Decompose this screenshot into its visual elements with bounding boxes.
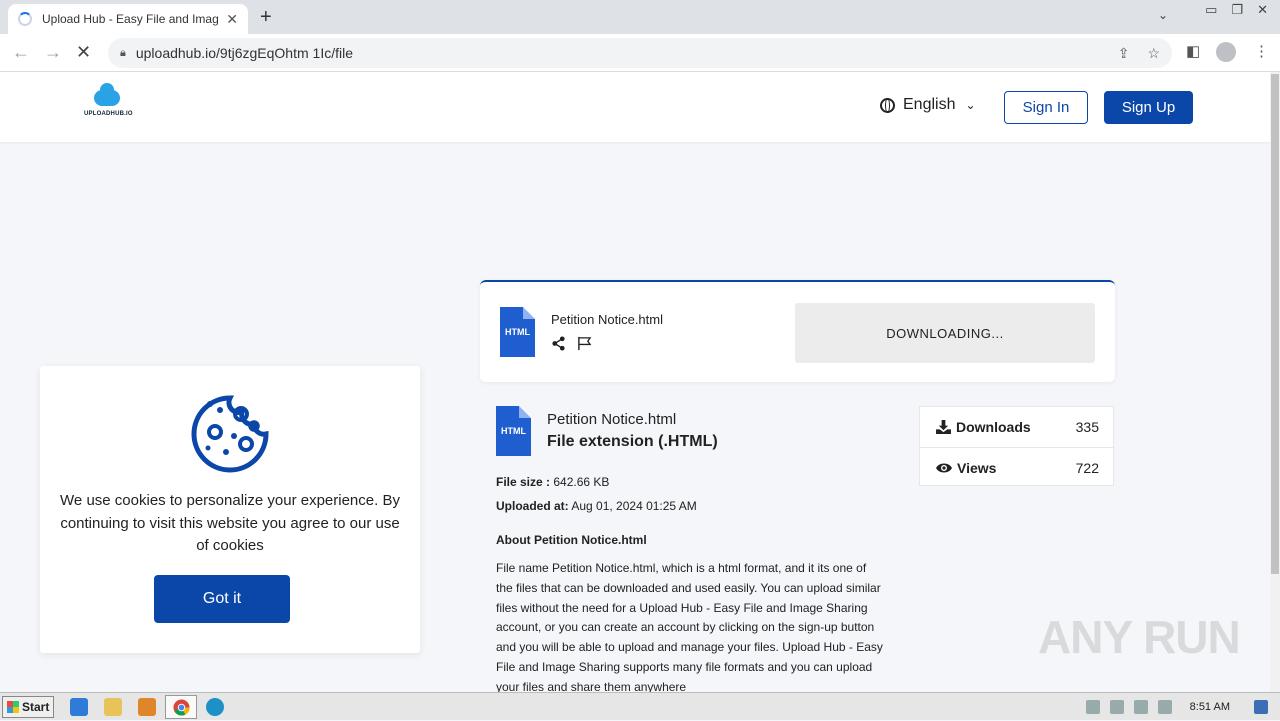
views-label: Views [957,459,997,476]
download-icon [936,420,951,434]
back-icon[interactable]: ← [12,42,30,63]
show-desktop-icon[interactable] [1254,700,1268,714]
window-controls: ▭ ❐ ✕ [1205,2,1268,18]
file-size-value: 642.66 KB [553,475,610,489]
file-size-row: File size : 642.66 KB [496,475,609,489]
globe-icon [880,97,895,113]
file-extension-heading: File extension (.HTML) [547,433,718,450]
language-selector[interactable]: English ⌄ [880,96,976,114]
taskbar: Start 8:51 AM [0,692,1280,720]
uploaded-at-label: Uploaded at: [496,499,569,513]
browser-tabbar: Upload Hub - Easy File and Image Sh ✕ + … [0,0,1280,34]
about-text: File name Petition Notice.html, which is… [496,561,883,692]
edge-icon[interactable] [206,698,224,716]
browser-toolbar: ← → ✕ 🔒︎ uploadhub.io/9tj6zgEqOhtm 1Ic/f… [0,34,1280,72]
network-icon[interactable] [1109,700,1124,714]
got-it-button[interactable]: Got it [154,575,290,623]
chrome-taskbar-button[interactable] [165,695,197,719]
html-file-icon: HTML [500,307,535,357]
downloads-label: Downloads [956,419,1031,435]
eye-icon [936,463,952,472]
uploaded-at-row: Uploaded at: Aug 01, 2024 01:25 AM [496,499,697,513]
browser-tab[interactable]: Upload Hub - Easy File and Image Sh ✕ [8,4,248,34]
download-button[interactable]: DOWNLOADING... [795,303,1095,363]
stop-loading-icon[interactable]: ✕ [76,42,91,63]
cloud-upload-icon [94,83,120,106]
scrollbar-thumb[interactable] [1271,74,1279,574]
minimize-icon[interactable]: ▭ [1205,2,1217,18]
site-header: UPLOADHUB.IO English ⌄ Sign In Sign Up [0,72,1270,142]
windows-logo-icon [7,701,19,713]
downloads-count: 335 [1075,419,1099,435]
side-panel-icon[interactable]: ◧ [1186,42,1200,60]
page-scrollbar[interactable] [1270,72,1280,692]
chevron-down-icon: ⌄ [965,98,976,112]
display-icon[interactable] [1157,700,1172,714]
chrome-icon [173,699,190,716]
loading-spinner-icon [18,12,32,26]
restore-icon[interactable]: ❐ [1231,2,1243,18]
tab-search-chevron-icon[interactable]: ⌄ [1158,8,1168,22]
cookie-message: We use cookies to personalize your exper… [60,492,400,554]
file-stats: Downloads 335 Views 722 [919,406,1114,486]
downloads-stat: Downloads 335 [920,407,1113,447]
new-tab-icon[interactable]: + [260,6,272,29]
language-label: English [903,96,956,113]
file-name-heading: Petition Notice.html [547,411,677,428]
menu-kebab-icon[interactable]: ⋮ [1254,42,1269,60]
internet-explorer-icon[interactable] [70,698,88,716]
url-text[interactable]: uploadhub.io/9tj6zgEqOhtm 1Ic/file [136,45,353,61]
html-file-icon: HTML [496,406,531,456]
address-bar[interactable]: 🔒︎ uploadhub.io/9tj6zgEqOhtm 1Ic/file ⇪ … [108,38,1172,68]
site-logo[interactable]: UPLOADHUB.IO [84,83,133,126]
views-count: 722 [1075,459,1099,476]
sign-up-button[interactable]: Sign Up [1104,91,1193,124]
forward-icon[interactable]: → [44,42,62,63]
anyrun-watermark: ANY RUN [1038,611,1241,663]
system-tray: 8:51 AM [1085,693,1280,721]
cookie-icon [191,395,269,473]
share-page-icon[interactable]: ⇪ [1118,45,1130,62]
profile-avatar[interactable] [1216,42,1236,66]
clock[interactable]: 8:51 AM [1190,701,1230,713]
lock-icon[interactable]: 🔒︎ [120,47,126,60]
download-file-name: Petition Notice.html [551,312,663,327]
start-button[interactable]: Start [2,696,54,718]
volume-icon[interactable] [1085,700,1100,714]
tab-title: Upload Hub - Easy File and Image Sh [42,12,219,26]
about-title: About Petition Notice.html [496,533,647,547]
web-page: UPLOADHUB.IO English ⌄ Sign In Sign Up H… [0,72,1270,692]
window-close-icon[interactable]: ✕ [1257,2,1268,18]
report-flag-icon[interactable] [577,336,592,354]
uploaded-at-value: Aug 01, 2024 01:25 AM [571,499,697,513]
views-stat: Views 722 [920,447,1113,487]
action-center-flag-icon[interactable] [1133,700,1148,714]
cookie-banner: We use cookies to personalize your exper… [40,366,420,653]
bookmark-star-icon[interactable]: ☆ [1147,45,1160,62]
file-size-label: File size : [496,475,551,489]
close-tab-icon[interactable]: ✕ [226,11,238,28]
file-explorer-icon[interactable] [104,698,122,716]
sign-in-button[interactable]: Sign In [1004,91,1088,124]
media-player-icon[interactable] [138,698,156,716]
share-icon[interactable] [551,336,566,355]
download-card: HTML Petition Notice.html DOWNLOADING... [480,280,1115,382]
